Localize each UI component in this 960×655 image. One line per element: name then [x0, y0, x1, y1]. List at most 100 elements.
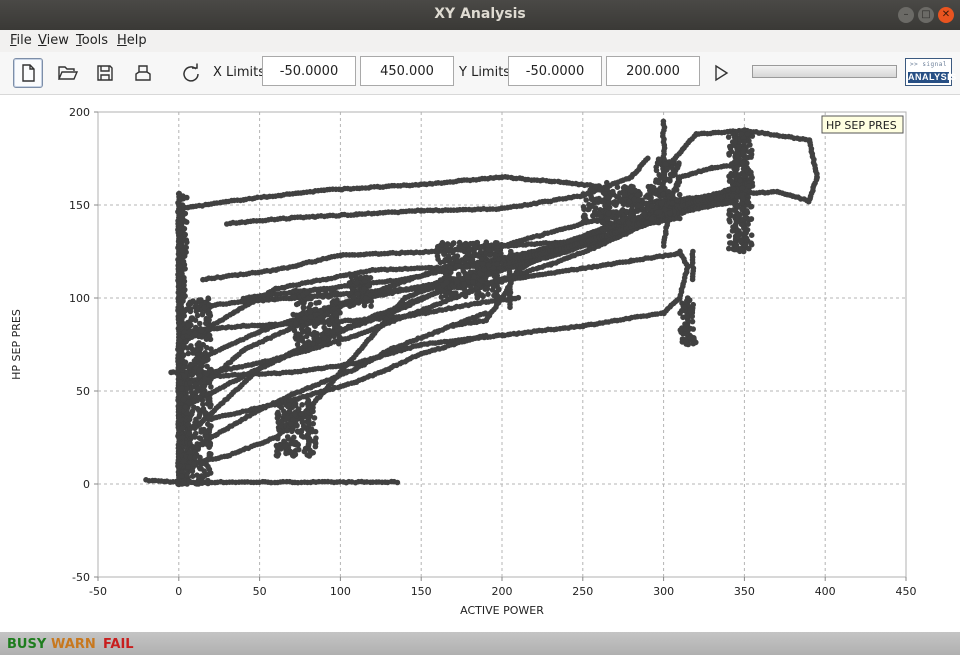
data-point [330, 329, 336, 335]
data-point [176, 236, 183, 242]
data-point [299, 418, 306, 424]
data-point [275, 409, 281, 416]
data-point [479, 278, 485, 284]
run-button[interactable] [706, 58, 736, 88]
data-point [454, 278, 461, 285]
data-point [486, 271, 492, 277]
data-point [206, 377, 213, 383]
data-point [477, 270, 484, 277]
data-point [306, 436, 313, 442]
data-point [185, 350, 192, 357]
data-point [312, 323, 318, 329]
new-button[interactable] [13, 58, 43, 88]
data-point [464, 263, 470, 269]
data-point [197, 372, 203, 379]
data-point [302, 341, 308, 348]
data-point [183, 219, 190, 225]
menu-file[interactable]: File [10, 33, 32, 48]
data-point [291, 434, 297, 441]
data-point [177, 276, 183, 282]
data-point [599, 219, 606, 226]
data-point [197, 421, 204, 427]
data-point [312, 438, 319, 445]
data-point [315, 337, 322, 344]
open-button[interactable] [53, 58, 83, 88]
data-point [184, 345, 191, 351]
data-point [206, 414, 212, 421]
save-button[interactable] [90, 58, 120, 88]
data-point [185, 464, 191, 471]
data-point [690, 248, 696, 255]
data-point [494, 261, 501, 267]
data-point [470, 240, 476, 247]
data-point [205, 421, 211, 428]
data-point [275, 419, 282, 426]
data-point [485, 262, 492, 268]
data-point [206, 395, 213, 402]
data-point [176, 229, 183, 236]
print-button[interactable] [128, 58, 158, 88]
x-min-input[interactable] [262, 56, 356, 86]
data-point [285, 403, 291, 410]
data-point [196, 411, 203, 418]
xy-scatter-chart[interactable]: -50 0 50 100 150 200 250 300 350 400 450-500501001… [0, 95, 960, 632]
data-point [186, 478, 192, 484]
print-icon [135, 65, 151, 81]
data-point [290, 311, 297, 318]
data-point [186, 430, 193, 437]
data-point [180, 396, 187, 403]
data-point [336, 340, 342, 347]
data-point [202, 410, 208, 416]
data-point [208, 402, 214, 408]
data-point [299, 299, 306, 306]
data-point [176, 206, 182, 213]
data-point [449, 242, 455, 248]
menu-tools[interactable]: Tools [76, 33, 108, 48]
data-point [194, 405, 201, 412]
data-point [467, 269, 474, 275]
data-point [437, 277, 444, 283]
data-point [438, 294, 445, 300]
x-max-input[interactable] [360, 56, 454, 86]
data-point [203, 434, 209, 440]
close-button[interactable]: ✕ [938, 7, 954, 23]
data-point [177, 448, 183, 455]
refresh-button[interactable] [176, 58, 206, 88]
data-point [307, 308, 313, 315]
data-point [182, 231, 188, 238]
data-point [482, 310, 489, 316]
data-point [187, 440, 193, 447]
data-point [462, 242, 469, 248]
data-point [205, 295, 211, 301]
data-point [176, 463, 183, 469]
data-point [298, 433, 305, 439]
data-point [186, 449, 193, 456]
data-point [180, 458, 187, 465]
app-logo: >> signal ANALYSIS [905, 58, 956, 86]
maximize-button[interactable]: □ [918, 7, 934, 23]
data-point [315, 289, 322, 296]
data-point [196, 297, 203, 304]
data-point [177, 417, 184, 423]
progress-bar [752, 65, 897, 78]
data-point [292, 451, 299, 458]
data-point [189, 346, 196, 353]
data-point [461, 281, 467, 287]
menu-view[interactable]: View [38, 33, 69, 48]
y-max-input[interactable] [606, 56, 700, 86]
y-min-input[interactable] [508, 56, 602, 86]
data-point [440, 282, 447, 289]
data-point [181, 373, 188, 380]
data-point [304, 289, 310, 296]
data-point [479, 260, 486, 267]
minimize-button[interactable]: – [898, 7, 914, 23]
menu-help[interactable]: Help [117, 33, 147, 48]
data-point [645, 155, 651, 162]
data-point [492, 252, 499, 259]
data-point [310, 420, 317, 427]
data-point [193, 356, 199, 362]
data-point [478, 243, 485, 250]
data-point [466, 247, 473, 253]
data-point [394, 479, 401, 486]
data-point [491, 292, 497, 299]
